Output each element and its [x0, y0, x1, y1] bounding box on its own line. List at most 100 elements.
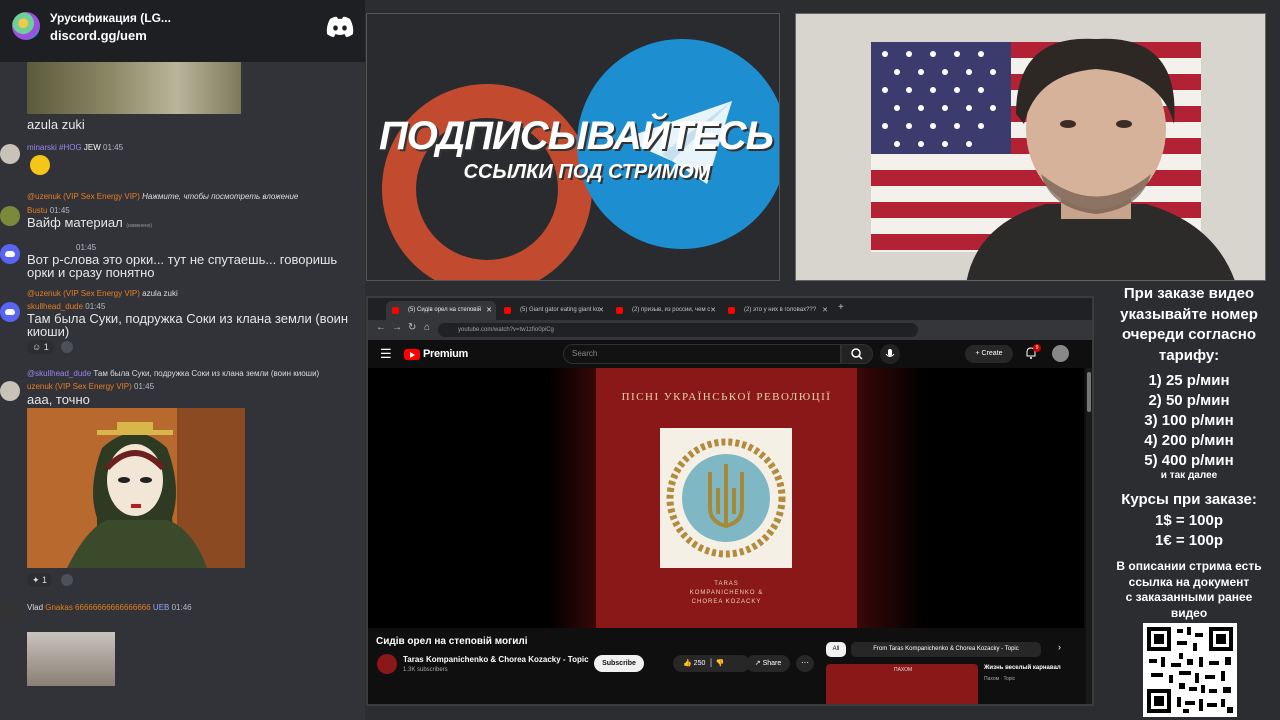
chip-from-channel[interactable]: From Taras Kompanichenko & Chorea Kozack…	[851, 642, 1041, 657]
reply-text: Там была Суки, подружка Соки из клана зе…	[93, 369, 320, 378]
discord-server-header[interactable]: Урусификация (LG... discord.gg/uem	[0, 0, 365, 62]
video-player[interactable]: ПІСНІ УКРАЇНСЬКОЇ РЕВОЛЮЦІЇ TARAS KOMPAN…	[368, 368, 1084, 628]
hamburger-menu-icon[interactable]: ☰	[380, 346, 392, 362]
reload-icon[interactable]: ↻	[408, 322, 416, 333]
subscribe-promo-banner: ПОДПИСЫВАЙТЕСЬ ССЫЛКИ ПОД СТРИМОМ	[366, 13, 780, 281]
price-tier: 1) 25 р/мин	[1148, 372, 1230, 389]
message-text: Вот р-слова это орки... тут не спутаешь.…	[27, 252, 338, 280]
reaction[interactable]: ✦ 1	[27, 573, 53, 587]
reply-preview[interactable]: @skullhead_dude Там была Суки, подружка …	[27, 369, 319, 378]
promo-headline: ПОДПИСЫВАЙТЕСЬ	[378, 114, 774, 158]
account-avatar[interactable]	[1052, 345, 1069, 362]
reply-preview[interactable]: @uzenuk (VIP Sex Energy VIP) Нажмите, чт…	[27, 192, 298, 201]
related-video-thumbnail[interactable]: ПАХОМ	[826, 664, 978, 704]
reply-preview[interactable]: @uzenuk (VIP Sex Energy VIP) azula zuki	[27, 289, 178, 298]
back-icon[interactable]: ←	[376, 322, 386, 333]
youtube-favicon-icon	[728, 307, 735, 314]
trident-emblem-image	[660, 428, 792, 568]
avatar[interactable]	[0, 244, 20, 264]
subscriber-count: 1.3K subscribers	[403, 667, 448, 673]
reply-text: azula zuki	[142, 289, 178, 298]
share-button[interactable]: ↗ Share	[746, 655, 790, 672]
message-header: skullhead_dude 01:45	[27, 302, 105, 311]
message-header: Vlad Gnakas 66666666666666666 UEB 01:46	[27, 603, 192, 612]
search-icon	[851, 348, 863, 360]
like-dislike-button[interactable]: 👍 250 │ 👎	[673, 655, 750, 672]
browser-tab[interactable]: (5) Giant gator eating giant ko ✕	[498, 301, 608, 320]
username[interactable]: minarski	[27, 143, 57, 152]
username[interactable]: skullhead_dude	[27, 302, 83, 311]
channel-name[interactable]: Taras Kompanichenko & Chorea Kozacky - T…	[403, 655, 589, 664]
timestamp: 01:45	[85, 302, 106, 311]
related-video-title[interactable]: Жизнь веселый карнавал	[984, 665, 1061, 671]
youtube-masthead: ☰ Premium Search + Create 9	[368, 340, 1092, 368]
username[interactable]: Bustu	[27, 206, 47, 215]
new-tab-button[interactable]: +	[838, 302, 844, 313]
message-text: ааа, точно	[27, 392, 90, 407]
close-tab-icon[interactable]: ✕	[822, 301, 828, 320]
close-tab-icon[interactable]: ✕	[710, 301, 716, 320]
youtube-brand: Premium	[423, 348, 468, 360]
more-actions-icon[interactable]: ⋯	[796, 655, 814, 672]
avatar[interactable]	[0, 144, 20, 164]
timestamp: 01:45	[134, 382, 155, 391]
url-field[interactable]: youtube.com/watch?v=tw1zfio0piCg	[438, 323, 918, 337]
add-reaction-icon[interactable]	[61, 341, 73, 353]
pricing-etc: и так далее	[1160, 470, 1218, 481]
page-scrollbar[interactable]	[1086, 368, 1092, 704]
browser-tab[interactable]: (5) Сидів орел на степовій ✕	[386, 301, 496, 320]
avatar[interactable]	[0, 206, 20, 226]
address-bar-row: ← → ↻ ⌂ youtube.com/watch?v=tw1zfio0piCg	[368, 320, 1092, 340]
related-thumb-brand: ПАХОМ	[894, 667, 913, 673]
username-tail: Gnakas 66666666666666666	[45, 603, 151, 612]
description-note: В описании стрима есть ссылка на докумен…	[1116, 559, 1262, 620]
avatar[interactable]	[0, 381, 20, 401]
pricing-heading: При заказе видео указывайте номер очеред…	[1120, 285, 1258, 364]
reaction[interactable]: ☺ 1	[27, 340, 54, 354]
browser-tab[interactable]: (2) это у них в головах??? ✕	[722, 301, 832, 320]
subscribe-button[interactable]: Subscribe	[594, 655, 644, 672]
search-input[interactable]: Search	[563, 344, 841, 364]
attachment-image-top[interactable]	[27, 62, 241, 114]
avatar[interactable]	[0, 302, 20, 322]
price-tier: 4) 200 р/мин	[1144, 432, 1234, 449]
youtube-favicon-icon	[616, 307, 623, 314]
attachment-image-vlad[interactable]	[27, 632, 115, 686]
exchange-rates: Курсы при заказе: 1$ = 100р 1€ = 100р	[1121, 491, 1257, 549]
timestamp: 01:45	[103, 143, 124, 152]
browser-tab[interactable]: (2) призыв, из россии, чем с ✕	[610, 301, 720, 320]
close-tab-icon[interactable]: ✕	[486, 301, 492, 320]
chevron-right-icon[interactable]: ›	[1058, 642, 1061, 652]
attachment-image-suki[interactable]	[27, 408, 245, 568]
chip-all[interactable]: All	[826, 642, 846, 657]
timestamp: 01:45	[49, 206, 70, 215]
reply-username: @uzenuk (VIP Sex Energy VIP)	[27, 192, 140, 201]
voice-search-button[interactable]	[880, 344, 900, 364]
reply-username: @skullhead_dude	[27, 369, 92, 378]
username[interactable]: Vlad	[27, 603, 43, 612]
invite-link[interactable]: discord.gg/uem	[50, 28, 147, 43]
role-badge: JEW	[83, 143, 101, 152]
message-header: Bustu 01:45	[27, 206, 70, 215]
forward-icon[interactable]: →	[392, 322, 402, 333]
message-text: azula zuki	[27, 117, 85, 132]
video-title: Сидів орел на степовій могилі	[376, 636, 528, 647]
channel-avatar[interactable]	[377, 654, 397, 674]
close-tab-icon[interactable]: ✕	[598, 301, 604, 320]
thumbs-up-icon: 👍	[683, 660, 692, 667]
streamer-silhouette	[966, 38, 1235, 280]
add-reaction-icon[interactable]	[61, 574, 73, 586]
youtube-favicon-icon	[392, 307, 399, 314]
like-count: 250	[693, 660, 706, 667]
create-button[interactable]: + Create	[965, 345, 1013, 363]
search-button[interactable]	[841, 344, 873, 364]
role-badge: UEB	[152, 603, 170, 612]
emoji-sticker	[30, 155, 50, 175]
avatar[interactable]	[0, 603, 20, 623]
related-video-channel: Пахом · Topic	[984, 676, 1016, 682]
cover-credit: TARAS KOMPANICHENKO & CHOREA KOZACKY	[689, 581, 764, 605]
message-text: Вайф материал (изменено)	[27, 215, 153, 230]
youtube-logo-icon[interactable]	[404, 349, 420, 360]
username[interactable]: uzenuk (VIP Sex Energy VIP)	[27, 382, 132, 391]
home-icon[interactable]: ⌂	[424, 322, 430, 333]
